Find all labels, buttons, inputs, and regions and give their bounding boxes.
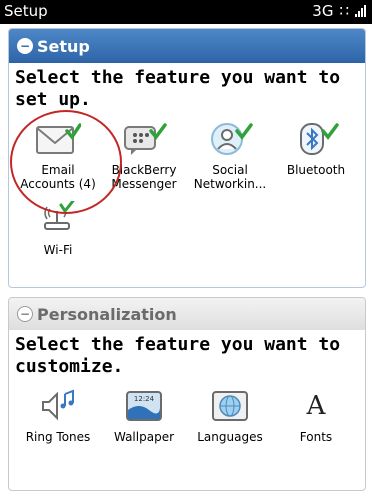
fonts-label: Fonts — [299, 430, 333, 444]
collapse-icon[interactable]: − — [17, 306, 33, 322]
bbm-icon — [121, 119, 167, 159]
highlight-circle — [10, 110, 122, 214]
social-networking-label: Social Networkin... — [193, 163, 267, 191]
wallpaper-item[interactable]: 12:24 Wallpaper — [101, 386, 187, 444]
ring-tones-item[interactable]: Ring Tones — [15, 386, 101, 444]
personalization-prompt: Select the feature you want to customize… — [15, 334, 341, 377]
social-networking-item[interactable]: Social Networkin... — [187, 119, 273, 191]
bluetooth-icon — [293, 119, 339, 159]
fonts-item[interactable]: A Fonts — [273, 386, 359, 444]
social-networking-icon — [207, 119, 253, 159]
fonts-glyph: A — [306, 391, 326, 421]
setup-prompt: Select the feature you want to set up. — [15, 67, 341, 110]
wifi-label: Wi-Fi — [43, 243, 73, 257]
personalization-panel: − Personalization Select the feature you… — [8, 297, 366, 491]
collapse-icon[interactable]: − — [17, 38, 33, 54]
personalization-title: Personalization — [37, 304, 177, 324]
ring-tones-icon — [35, 386, 81, 426]
wallpaper-label: Wallpaper — [113, 430, 175, 444]
wallpaper-time: 12:24 — [134, 395, 155, 403]
setup-header[interactable]: − Setup — [9, 29, 365, 63]
status-bar-title: Setup — [4, 2, 48, 20]
languages-icon — [207, 386, 253, 426]
setup-title: Setup — [37, 36, 90, 56]
personalization-header[interactable]: − Personalization — [9, 298, 365, 330]
languages-item[interactable]: Languages — [187, 386, 273, 444]
data-activity-icon: ∷ — [339, 2, 349, 20]
languages-label: Languages — [197, 430, 263, 444]
bluetooth-label: Bluetooth — [286, 163, 346, 177]
bluetooth-item[interactable]: Bluetooth — [273, 119, 359, 191]
status-bar: Setup 3G ∷ — [0, 0, 372, 24]
status-bar-right: 3G ∷ — [312, 2, 366, 20]
personalization-grid: Ring Tones 12:24 Wallpaper Languages A F… — [9, 378, 365, 444]
ring-tones-label: Ring Tones — [25, 430, 91, 444]
network-indicator: 3G — [312, 2, 334, 20]
fonts-icon: A — [293, 386, 339, 426]
wallpaper-icon: 12:24 — [121, 386, 167, 426]
signal-strength-icon — [355, 5, 366, 17]
